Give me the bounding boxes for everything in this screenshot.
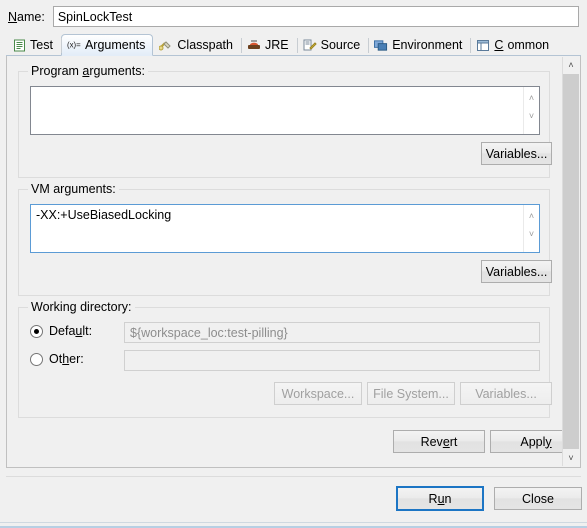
configuration-name-input[interactable] bbox=[52, 6, 579, 27]
tab-label: Environment bbox=[392, 38, 463, 52]
scroll-down-icon[interactable]: ˅ bbox=[524, 227, 539, 240]
tab-label: Arguments bbox=[84, 38, 146, 52]
arguments-panel: Program arguments: ˄ ˅ Variables... VM a… bbox=[8, 57, 562, 466]
environment-icon bbox=[374, 38, 388, 52]
apply-label-mnemonic: y bbox=[545, 434, 552, 449]
tab-content-panel: Program arguments: ˄ ˅ Variables... VM a… bbox=[6, 56, 581, 468]
window-bottom-edge bbox=[0, 522, 587, 528]
tab-source[interactable]: Source bbox=[296, 34, 369, 55]
revert-label-pre: Rev bbox=[420, 434, 443, 449]
tab-arguments[interactable]: (x)= Arguments bbox=[60, 34, 154, 56]
revert-label-post: rt bbox=[449, 434, 458, 449]
tab-label: ommon bbox=[507, 38, 550, 52]
name-label: Name: bbox=[8, 10, 45, 24]
working-directory-other-input[interactable] bbox=[124, 350, 540, 371]
name-row: Name: bbox=[0, 0, 587, 33]
working-directory-other-radio[interactable]: Other: bbox=[30, 352, 84, 366]
radio-label-pre: Defa bbox=[49, 324, 76, 338]
tab-label: Source bbox=[320, 38, 361, 52]
vm-arguments-group: VM arguments: -XX:+UseBiasedLocking ˄ ˅ … bbox=[18, 182, 552, 296]
source-icon bbox=[303, 38, 317, 52]
junit-test-icon bbox=[12, 38, 26, 52]
revert-label-mnemonic: e bbox=[442, 434, 450, 449]
program-arguments-variables-button[interactable]: Variables... bbox=[481, 142, 552, 165]
scroll-up-icon[interactable]: ˄ bbox=[524, 91, 539, 104]
tab-label: Classpath bbox=[177, 38, 233, 52]
tab-label: Test bbox=[30, 38, 53, 52]
name-label-text: ame: bbox=[17, 9, 45, 24]
scroll-down-icon[interactable]: ˅ bbox=[563, 450, 579, 466]
svg-text:(x)=: (x)= bbox=[67, 41, 81, 50]
classpath-icon bbox=[159, 38, 173, 52]
program-arguments-textarea[interactable]: ˄ ˅ bbox=[30, 86, 540, 135]
radio-label: Default: bbox=[49, 324, 92, 338]
workspace-button[interactable]: Workspace... bbox=[274, 382, 362, 405]
file-system-button[interactable]: File System... bbox=[367, 382, 455, 405]
arguments-variable-icon: (x)= bbox=[67, 38, 81, 52]
vm-arguments-value[interactable]: -XX:+UseBiasedLocking bbox=[31, 205, 523, 252]
working-directory-default-value: ${workspace_loc:test-pilling} bbox=[124, 322, 540, 343]
working-directory-label: Working directory: bbox=[28, 300, 135, 314]
jre-icon bbox=[247, 38, 261, 52]
apply-label-pre: Appl bbox=[520, 434, 546, 449]
radio-indicator[interactable] bbox=[30, 324, 43, 338]
working-directory-group: Working directory: Default: ${workspace_… bbox=[18, 300, 552, 418]
tab-test[interactable]: Test bbox=[6, 34, 61, 55]
name-label-mnemonic: N bbox=[8, 9, 18, 24]
bottom-separator bbox=[6, 476, 581, 477]
tab-bar: Test (x)= Arguments Classpath JRE Source… bbox=[6, 33, 581, 56]
radio-indicator[interactable] bbox=[30, 352, 43, 366]
radio-label-post: er: bbox=[69, 352, 84, 366]
working-directory-default-radio[interactable]: Default: bbox=[30, 324, 92, 338]
vm-arguments-textarea[interactable]: -XX:+UseBiasedLocking ˄ ˅ bbox=[30, 204, 540, 253]
tab-classpath[interactable]: Classpath bbox=[153, 34, 241, 55]
apply-button[interactable]: Appl y bbox=[490, 430, 562, 453]
content-scrollbar[interactable]: ˄ ˅ bbox=[562, 57, 579, 466]
vm-arguments-label: VM arguments: bbox=[28, 182, 119, 196]
run-label-mnemonic: u bbox=[437, 491, 445, 506]
revert-button[interactable]: Rev e rt bbox=[393, 430, 485, 453]
radio-label-pre: Ot bbox=[49, 352, 63, 366]
tab-jre[interactable]: JRE bbox=[240, 34, 297, 55]
radio-label: Other: bbox=[49, 352, 84, 366]
program-arguments-label-post: rguments: bbox=[89, 64, 145, 78]
tab-label: JRE bbox=[264, 38, 289, 52]
program-arguments-group: Program arguments: ˄ ˅ Variables... bbox=[18, 64, 552, 178]
scroll-down-icon[interactable]: ˅ bbox=[524, 109, 539, 122]
close-button[interactable]: Close bbox=[494, 487, 582, 510]
run-label-pre: R bbox=[428, 491, 438, 506]
scroll-up-icon[interactable]: ˄ bbox=[563, 57, 579, 73]
program-arguments-label-pre: Program bbox=[31, 64, 83, 78]
tab-environment[interactable]: Environment bbox=[368, 34, 470, 55]
run-button[interactable]: Run bbox=[396, 486, 484, 511]
radio-label-post: lt: bbox=[82, 324, 93, 338]
vm-arguments-scrollbar[interactable]: ˄ ˅ bbox=[523, 205, 539, 252]
tab-label-mnemonic: C bbox=[494, 38, 504, 52]
working-directory-variables-button[interactable]: Variables... bbox=[460, 382, 552, 405]
program-arguments-label: Program arguments: bbox=[28, 64, 148, 78]
program-arguments-scrollbar[interactable]: ˄ ˅ bbox=[523, 87, 539, 134]
tab-common[interactable]: Common bbox=[470, 34, 557, 55]
scrollbar-thumb[interactable] bbox=[563, 74, 579, 449]
program-arguments-value[interactable] bbox=[31, 87, 523, 134]
scroll-up-icon[interactable]: ˄ bbox=[524, 209, 539, 222]
run-label-post: n bbox=[444, 491, 452, 506]
common-icon bbox=[476, 38, 490, 52]
vm-arguments-variables-button[interactable]: Variables... bbox=[481, 260, 552, 283]
